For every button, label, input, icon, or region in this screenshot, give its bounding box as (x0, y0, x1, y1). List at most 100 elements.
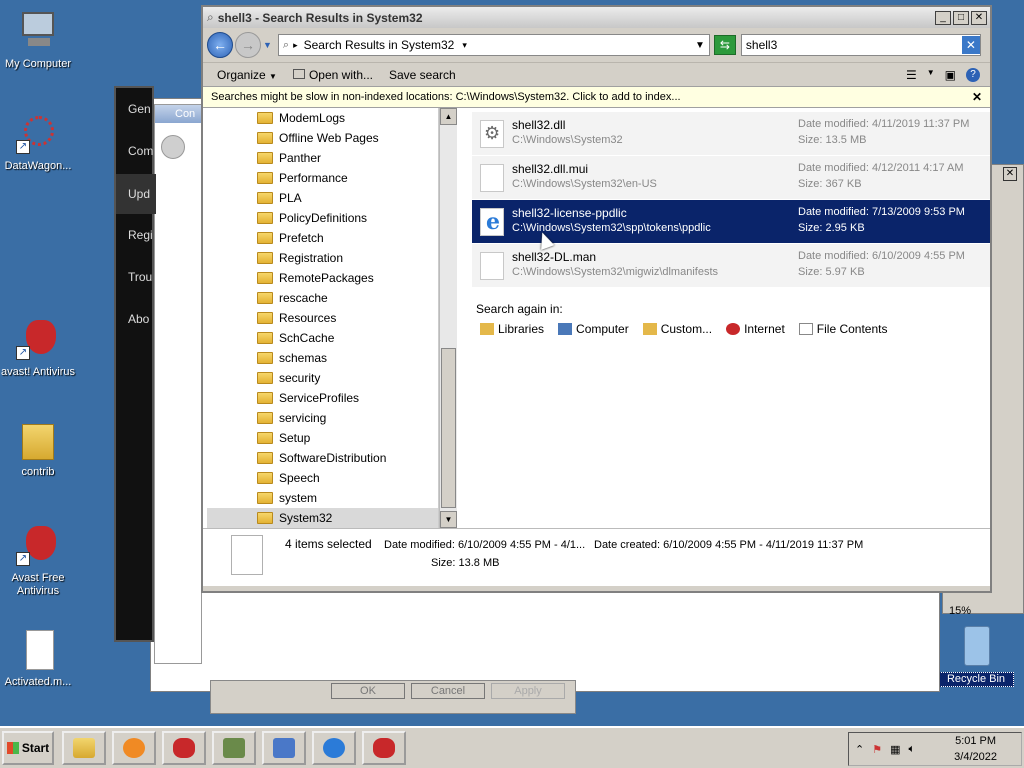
info-bar[interactable]: Searches might be slow in non-indexed lo… (203, 86, 990, 108)
nav-item-setup[interactable]: Setup (207, 428, 438, 448)
history-dropdown-icon[interactable]: ▼ (263, 40, 272, 50)
nav-item-label: RemotePackages (279, 271, 374, 285)
panel-item[interactable]: Regi (128, 228, 158, 242)
nav-item-system32[interactable]: System32 (207, 508, 438, 528)
panel-item[interactable]: Com (128, 144, 158, 158)
apply-button[interactable]: Apply (491, 683, 565, 699)
nav-item-performance[interactable]: Performance (207, 168, 438, 188)
back-icon[interactable] (161, 135, 185, 159)
background-black-panel: Gen Com Upd Regi Trou Abo (114, 86, 156, 642)
desktop-icon-contrib[interactable]: contrib (0, 418, 76, 479)
search-again-computer[interactable]: Computer (558, 322, 629, 336)
clock[interactable]: 5:01 PM 3/4/2022 (954, 733, 997, 765)
nav-item-resources[interactable]: Resources (207, 308, 438, 328)
desktop-icon-label: My Computer (4, 58, 72, 70)
help-icon[interactable]: ? (966, 67, 980, 82)
desktop-icon-label: Activated.m... (4, 676, 72, 688)
start-button[interactable]: Start (2, 731, 54, 765)
show-hidden-icons-icon[interactable]: ⌃ (855, 743, 864, 756)
taskbar-network-button[interactable] (212, 731, 256, 765)
search-again-file-contents[interactable]: File Contents (798, 322, 887, 336)
nav-item-servicing[interactable]: servicing (207, 408, 438, 428)
breadcrumb-arrow-icon[interactable]: ▸ (293, 40, 298, 51)
desktop-icon-avast-free[interactable]: ↗ Avast Free Antivirus (0, 524, 76, 598)
scroll-thumb[interactable] (441, 348, 456, 508)
result-row[interactable]: shell32.dll C:\Windows\System32 Date mod… (472, 112, 990, 156)
address-text: Search Results in System32 (303, 38, 455, 52)
panel-item[interactable]: Abo (128, 312, 158, 326)
back-button[interactable]: ← (207, 32, 233, 58)
result-row[interactable]: shell32.dll.mui C:\Windows\System32\en-U… (472, 156, 990, 200)
nav-item-registration[interactable]: Registration (207, 248, 438, 268)
nav-item-schcache[interactable]: SchCache (207, 328, 438, 348)
search-again-internet[interactable]: Internet (726, 322, 785, 336)
desktop-icon-datawagon[interactable]: ↗ DataWagon... (0, 112, 76, 173)
close-icon[interactable]: ✕ (972, 90, 982, 104)
nav-item-pla[interactable]: PLA (207, 188, 438, 208)
taskbar-media-player-button[interactable] (112, 731, 156, 765)
network-tray-icon[interactable]: ▦ (890, 743, 900, 756)
maximize-button[interactable]: □ (953, 10, 969, 25)
search-again-custom[interactable]: Custom... (642, 322, 712, 336)
search-icon: ⌕ (207, 10, 214, 24)
organize-button[interactable]: Organize ▼ (217, 68, 277, 82)
volume-icon[interactable]: 🔈︎ (909, 743, 916, 756)
cancel-button[interactable]: Cancel (411, 683, 485, 699)
breadcrumb-dropdown-icon[interactable]: ▾ (462, 40, 467, 51)
ok-button[interactable]: OK (331, 683, 405, 699)
address-field[interactable]: ⌕ ▸ Search Results in System32 ▾ ▼ (277, 34, 710, 56)
search-input[interactable]: shell3 ✕ (740, 34, 981, 56)
desktop-icon-recycle-bin[interactable]: Recycle Bin (938, 624, 1014, 687)
result-row[interactable]: shell32-DL.man C:\Windows\System32\migwi… (472, 244, 990, 288)
result-date: Date modified: 6/10/2009 4:55 PM (798, 250, 965, 262)
taskbar-avast-free-button[interactable] (362, 731, 406, 765)
taskbar-avast-button[interactable] (162, 731, 206, 765)
nav-item-policydefinitions[interactable]: PolicyDefinitions (207, 208, 438, 228)
nav-item-security[interactable]: security (207, 368, 438, 388)
desktop-icon-avast[interactable]: ↗ avast! Antivirus (0, 318, 76, 379)
navigation-pane: ModemLogs Offline Web Pages Panther Perf… (207, 108, 439, 528)
nav-item-label: schemas (279, 351, 328, 365)
forward-button[interactable]: → (235, 32, 261, 58)
scroll-down-icon[interactable]: ▼ (440, 511, 457, 528)
open-with-button[interactable]: Open with... (292, 68, 373, 82)
desktop-icon-activated[interactable]: Activated.m... (0, 628, 76, 689)
panel-item[interactable]: Trou (128, 270, 158, 284)
panel-item[interactable]: Gen (128, 102, 158, 116)
nav-item-panther[interactable]: Panther (207, 148, 438, 168)
preview-pane-icon[interactable]: ▣ (945, 68, 956, 82)
result-name: shell32-license-ppdlic (512, 206, 627, 220)
refresh-button[interactable]: ⇆ (713, 35, 736, 55)
search-again-libraries[interactable]: Libraries (480, 322, 544, 336)
nav-item-prefetch[interactable]: Prefetch (207, 228, 438, 248)
nav-item-modemlogs[interactable]: ModemLogs (207, 108, 438, 128)
views-dropdown-icon[interactable]: ▼ (927, 68, 935, 82)
search-folder-icon: ⌕ (282, 38, 290, 51)
desktop-icon-my-computer[interactable]: My Computer (0, 10, 76, 71)
nav-item-serviceprofiles[interactable]: ServiceProfiles (207, 388, 438, 408)
nav-item-rescache[interactable]: rescache (207, 288, 438, 308)
nav-scrollbar[interactable]: ▲ ▼ (439, 108, 457, 528)
nav-item-remotepackages[interactable]: RemotePackages (207, 268, 438, 288)
taskbar-control-panel-button[interactable] (262, 731, 306, 765)
nav-item-speech[interactable]: Speech (207, 468, 438, 488)
explorer-window: ⌕ shell3 - Search Results in System32 _ … (201, 5, 992, 593)
nav-item-softwaredistribution[interactable]: SoftwareDistribution (207, 448, 438, 468)
views-icon[interactable]: ☰ (906, 68, 917, 82)
address-dropdown-icon[interactable]: ▼ (695, 40, 705, 51)
taskbar-ie-button[interactable] (312, 731, 356, 765)
taskbar-explorer-button[interactable] (62, 731, 106, 765)
close-button[interactable]: ✕ (971, 10, 987, 25)
folder-icon (16, 418, 60, 462)
panel-item-active[interactable]: Upd (116, 174, 156, 214)
minimize-button[interactable]: _ (935, 10, 951, 25)
scroll-up-icon[interactable]: ▲ (440, 108, 457, 125)
save-search-button[interactable]: Save search (389, 68, 456, 82)
nav-item-schemas[interactable]: schemas (207, 348, 438, 368)
close-icon[interactable]: ✕ (1003, 167, 1017, 181)
result-path: C:\Windows\System32\migwiz\dlmanifests (512, 266, 719, 278)
action-center-icon[interactable]: ⚑ (872, 743, 882, 756)
nav-item-system[interactable]: system (207, 488, 438, 508)
clear-search-icon[interactable]: ✕ (961, 36, 980, 54)
nav-item-offline-web-pages[interactable]: Offline Web Pages (207, 128, 438, 148)
